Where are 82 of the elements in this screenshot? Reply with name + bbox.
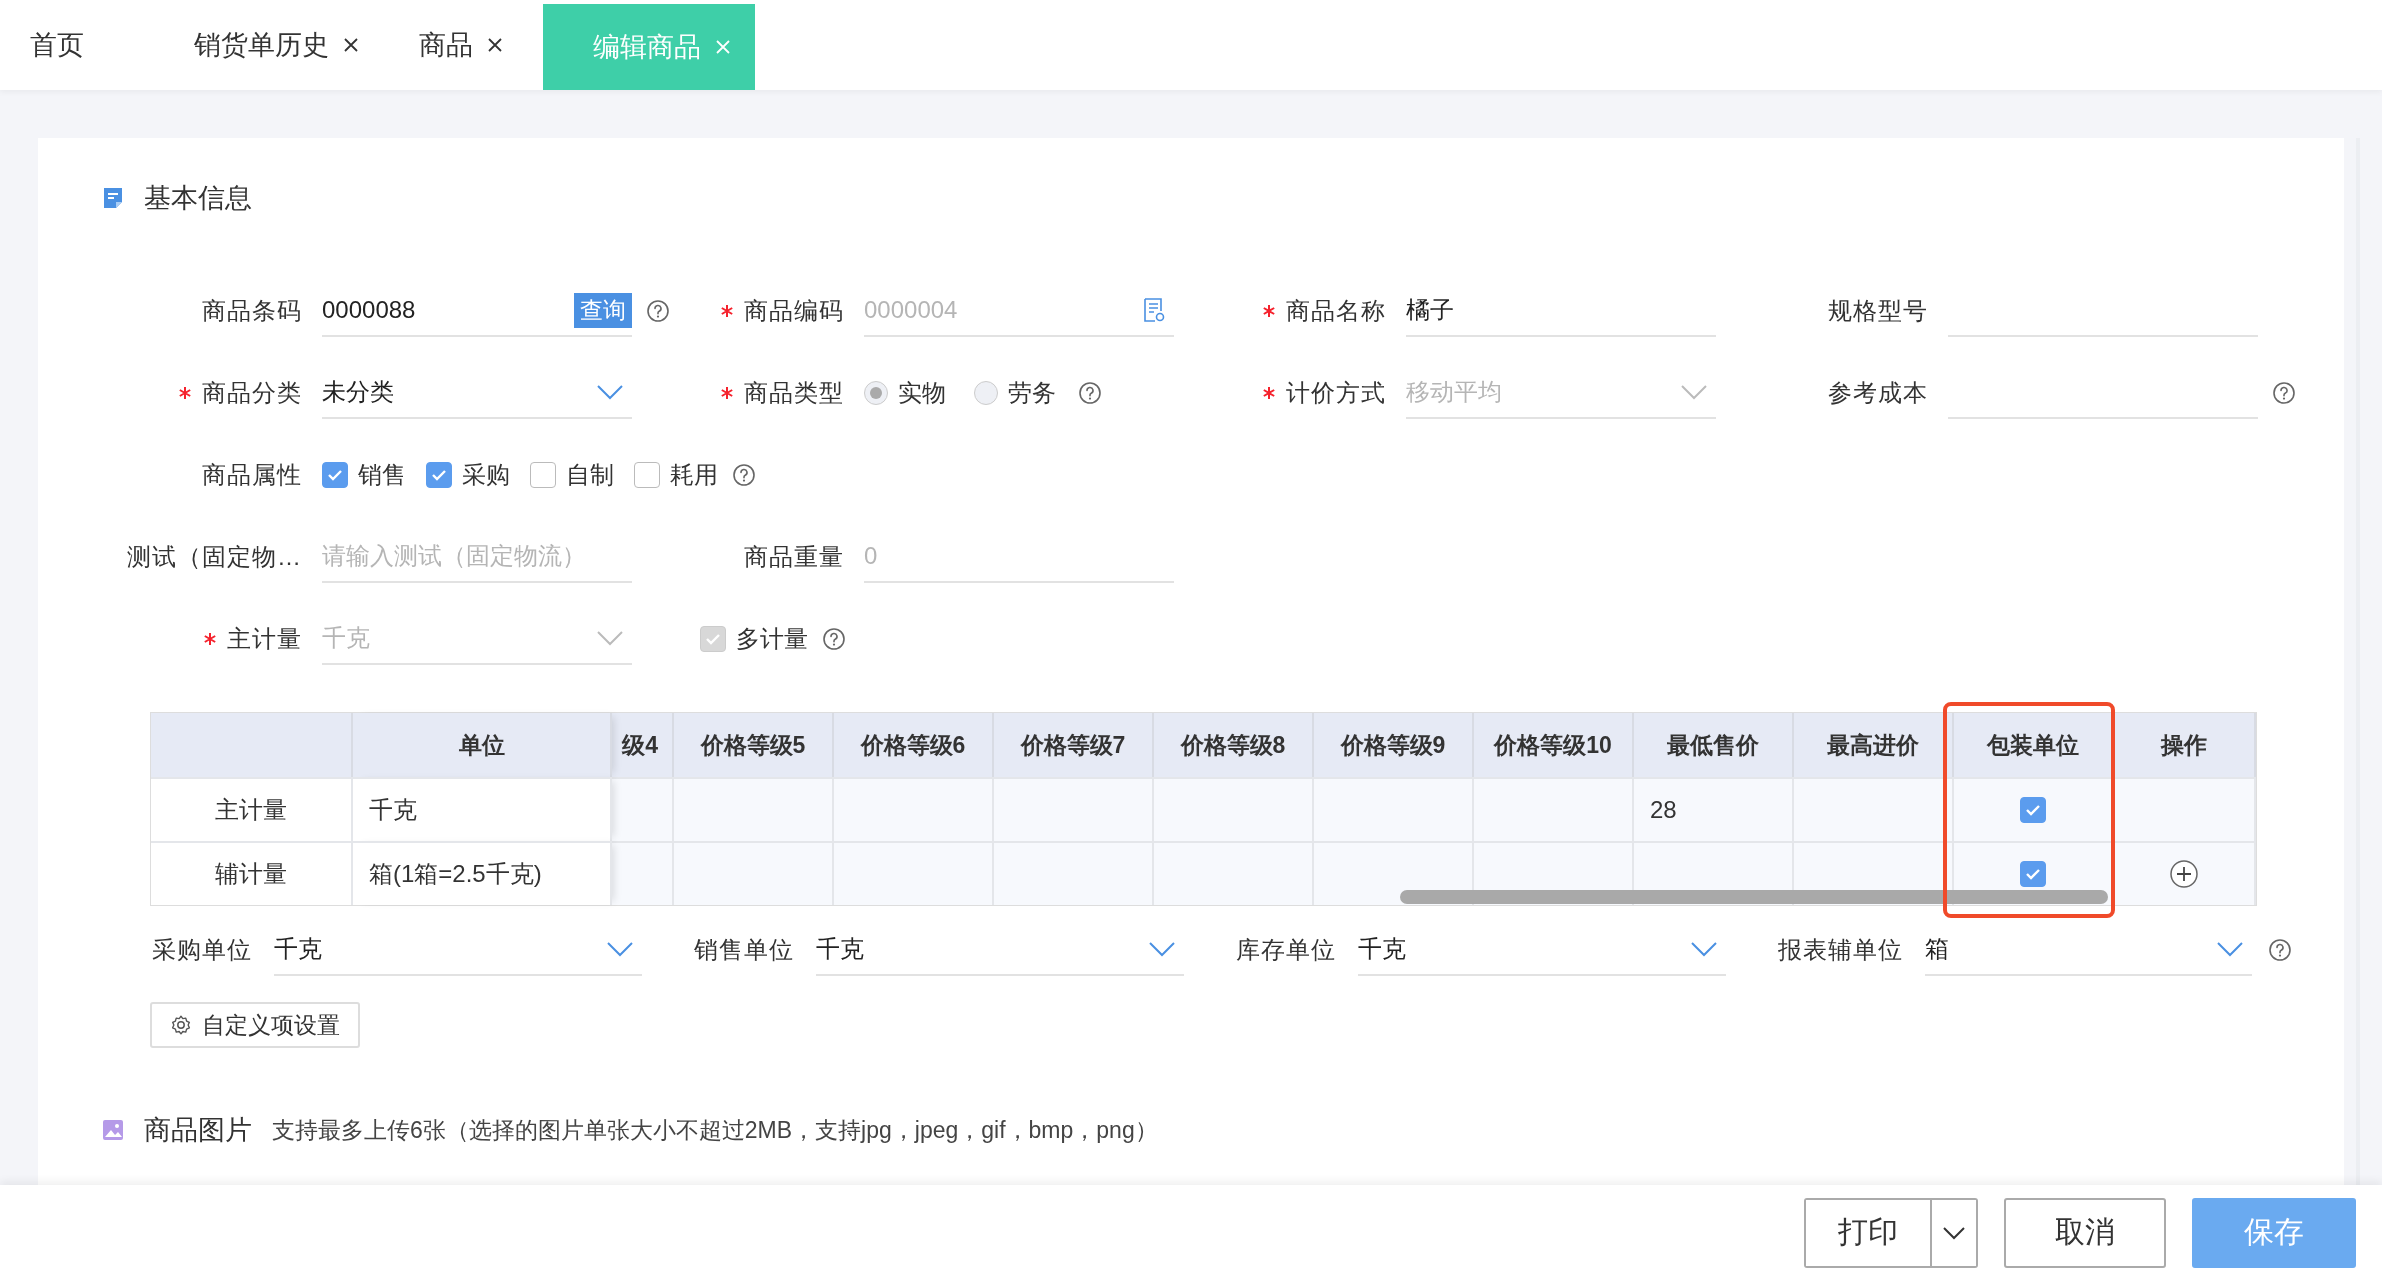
column-header: 价格等级7 <box>994 713 1154 777</box>
table-cell: 辅计量 <box>151 841 353 905</box>
chevron-down-icon <box>2216 941 2244 957</box>
field-label: 参考成本 <box>1828 378 1928 408</box>
help-icon[interactable] <box>732 463 756 487</box>
checkbox[interactable] <box>426 462 452 488</box>
section-title: 基本信息 <box>144 182 252 215</box>
image-icon <box>102 1119 124 1141</box>
chevron-down-icon <box>1942 1225 1966 1240</box>
table-cell: 主计量 <box>151 777 353 841</box>
chevron-down-icon <box>596 384 624 400</box>
help-icon[interactable] <box>646 299 670 323</box>
field-label: 规格型号 <box>1828 296 1928 326</box>
checkbox-label: 耗用 <box>670 460 718 490</box>
column-header: 级4 <box>612 713 674 777</box>
column-header: 价格等级6 <box>834 713 994 777</box>
input-field[interactable]: 橘子 <box>1406 285 1716 337</box>
checkbox[interactable] <box>634 462 660 488</box>
field-label: 商品编码 <box>744 296 844 326</box>
help-icon[interactable] <box>2272 381 2296 405</box>
field-label: 计价方式 <box>1286 378 1386 408</box>
scrollbar[interactable] <box>1400 890 2108 904</box>
column-header: 最低售价 <box>1634 713 1794 777</box>
table-cell <box>612 777 674 841</box>
table-cell: 28 <box>1634 777 1794 841</box>
select-field[interactable]: 箱 <box>1925 924 2252 976</box>
document-icon <box>102 186 124 210</box>
field-label: 商品名称 <box>1286 296 1386 326</box>
column-header: 价格等级5 <box>674 713 834 777</box>
checkbox[interactable] <box>2020 797 2046 823</box>
checkbox-label: 销售 <box>358 460 406 490</box>
checkbox-label: 自制 <box>566 460 614 490</box>
field-label: 商品条码 <box>202 296 302 326</box>
upload-hint: 支持最多上传6张（选择的图片单张大小不超过2MB，支持jpg，jpeg，gif，bmp，png） <box>272 1115 1158 1145</box>
checkbox-label: 多计量 <box>736 624 808 654</box>
add-icon[interactable] <box>2169 859 2199 889</box>
select-field[interactable]: 未分类 <box>322 367 632 419</box>
checkbox[interactable] <box>322 462 348 488</box>
select-field[interactable]: 千克 <box>274 924 642 976</box>
field-label: 商品属性 <box>202 460 302 490</box>
field-label: 商品类型 <box>744 378 844 408</box>
chevron-down-icon <box>596 630 624 646</box>
chevron-down-icon <box>1680 384 1708 400</box>
gear-icon <box>170 1014 192 1036</box>
column-header: 包装单位 <box>1954 713 2114 777</box>
column-header: 价格等级10 <box>1474 713 1634 777</box>
field-label: 商品分类 <box>202 378 302 408</box>
cancel-button[interactable]: 取消 <box>2004 1197 2166 1268</box>
document-settings-icon[interactable] <box>1142 297 1166 323</box>
column-header: 价格等级9 <box>1314 713 1474 777</box>
field-label: 主计量 <box>227 624 302 654</box>
help-icon[interactable] <box>2268 938 2292 962</box>
field-label: 商品重量 <box>744 542 844 572</box>
checkbox[interactable] <box>2020 861 2046 887</box>
column-header: 最高进价 <box>1794 713 1954 777</box>
column-header: 操作 <box>2114 713 2256 777</box>
table-cell: 千克 <box>353 777 612 841</box>
section-title: 商品图片 <box>144 1114 252 1147</box>
checkbox-label: 采购 <box>462 460 510 490</box>
column-header: 价格等级8 <box>1154 713 1314 777</box>
field-label: 采购单位 <box>152 935 252 965</box>
close-icon[interactable] <box>343 37 359 53</box>
chevron-down-icon <box>1690 941 1718 957</box>
tab[interactable]: 首页 <box>0 0 164 90</box>
field-label: 库存单位 <box>1236 935 1336 965</box>
field-label: 销售单位 <box>694 935 794 965</box>
custom-fields-button[interactable]: 自定义项设置 <box>150 1002 360 1048</box>
field-label: 测试（固定物… <box>127 542 302 572</box>
column-header: 单位 <box>353 713 612 777</box>
select-field[interactable]: 千克 <box>1358 924 1726 976</box>
table-cell <box>612 841 674 905</box>
chevron-down-icon <box>1148 941 1176 957</box>
chevron-down-icon <box>606 941 634 957</box>
close-icon[interactable] <box>487 37 503 53</box>
tab[interactable]: 销货单历史 <box>164 0 389 90</box>
field-label: 报表辅单位 <box>1778 935 1903 965</box>
print-button[interactable]: 打印 <box>1806 1199 1932 1266</box>
tab[interactable]: 商品 <box>389 0 533 90</box>
table-cell: 箱(1箱=2.5千克) <box>353 841 612 905</box>
select-field[interactable]: 千克 <box>816 924 1184 976</box>
checkbox[interactable] <box>530 462 556 488</box>
input-field[interactable]: 0000088 查询 <box>322 285 632 337</box>
